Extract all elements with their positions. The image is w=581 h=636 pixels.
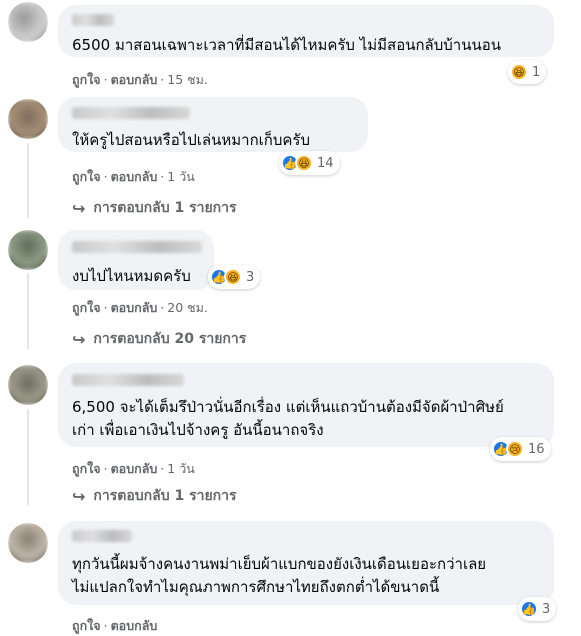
reaction-count: 3 xyxy=(246,269,255,285)
comment-5: ทุกวันนี้ผมจ้างคนงานพม่าเย็บผ้าแบกของยัง… xyxy=(0,515,581,633)
timestamp[interactable]: 15 ชม. xyxy=(167,72,208,87)
comment-actions: ถูกใจ · ตอบกลับ · 15 ชม. xyxy=(72,72,208,87)
comment-text-line-1: ทุกวันนี้ผมจ้างคนงานพม่าเย็บผ้าแบกของยัง… xyxy=(72,555,487,573)
timestamp[interactable]: 1 วัน xyxy=(167,461,195,476)
like-icon: 👍 xyxy=(520,600,538,618)
thread-line xyxy=(27,143,29,218)
avatar[interactable] xyxy=(8,99,48,139)
reply-link[interactable]: ตอบกลับ xyxy=(111,461,158,476)
comment-4: 6,500 จะได้เต็มรึป่าวนั่นอีกเรื่อง แต่เห… xyxy=(0,355,581,515)
replies-count-label: การตอบกลับ 20 รายการ xyxy=(93,331,247,347)
avatar[interactable] xyxy=(8,365,48,405)
reaction-count: 16 xyxy=(528,441,545,457)
comment-actions: ถูกใจ · ตอบกลับ xyxy=(72,618,158,633)
replies-count-label: การตอบกลับ 1 รายการ xyxy=(93,200,237,216)
like-link[interactable]: ถูกใจ xyxy=(72,300,101,315)
thread-line xyxy=(27,409,29,505)
reaction-summary[interactable]: 👍 3 xyxy=(518,597,557,621)
comment-text-line-2: เก่า เพื่อเอาเงินไปจ้างครู อันนี้อนาถจริ… xyxy=(72,421,324,439)
reaction-count: 1 xyxy=(532,64,541,80)
reaction-summary[interactable]: 👍 😢 16 xyxy=(490,437,551,461)
reply-arrow-icon: ↪ xyxy=(72,198,86,218)
avatar[interactable] xyxy=(8,2,48,42)
view-replies-link[interactable]: ↪ การตอบกลับ 1 รายการ xyxy=(72,485,237,507)
comment-actions: ถูกใจ · ตอบกลับ · 1 วัน xyxy=(72,461,195,476)
comment-1: 6500 มาสอนเฉพาะเวลาที่มีสอนได้ไหมครับ ไม… xyxy=(0,0,581,95)
reply-link[interactable]: ตอบกลับ xyxy=(111,169,158,184)
comment-text-line-1: 6,500 จะได้เต็มรึป่าวนั่นอีกเรื่อง แต่เห… xyxy=(72,398,504,416)
commenter-name[interactable] xyxy=(72,374,184,386)
comment-actions: ถูกใจ · ตอบกลับ · 20 ชม. xyxy=(72,300,208,315)
comment-actions: ถูกใจ · ตอบกลับ · 1 วัน xyxy=(72,169,195,184)
reaction-count: 14 xyxy=(317,155,334,171)
reaction-summary[interactable]: 👍 😆 3 xyxy=(208,265,261,289)
comment-2: ให้ครูไปสอนหรือไปเล่นหมากเก็บครับ 👍 😆 14… xyxy=(0,95,581,225)
like-link[interactable]: ถูกใจ xyxy=(72,461,101,476)
reply-link[interactable]: ตอบกลับ xyxy=(111,72,158,87)
avatar[interactable] xyxy=(8,230,48,270)
haha-icon: 😆 xyxy=(295,154,313,172)
reply-link[interactable]: ตอบกลับ xyxy=(111,618,158,633)
commenter-name[interactable] xyxy=(72,530,132,542)
comment-text: ให้ครูไปสอนหรือไปเล่นหมากเก็บครับ xyxy=(72,131,311,149)
timestamp[interactable]: 20 ชม. xyxy=(167,300,208,315)
replies-count-label: การตอบกลับ 1 รายการ xyxy=(93,488,237,504)
reaction-summary[interactable]: 😆 1 xyxy=(508,60,547,84)
view-replies-link[interactable]: ↪ การตอบกลับ 20 รายการ xyxy=(72,328,246,350)
avatar[interactable] xyxy=(8,523,48,563)
commenter-name[interactable] xyxy=(72,241,202,253)
commenter-name[interactable] xyxy=(72,107,190,119)
comment-3: งบไปไหนหมดครับ 👍 😆 3 ถูกใจ · ตอบกลับ · 20 ชม… xyxy=(0,225,581,355)
like-link[interactable]: ถูกใจ xyxy=(72,72,101,87)
commenter-name[interactable] xyxy=(72,14,114,26)
reaction-count: 3 xyxy=(542,601,551,617)
like-link[interactable]: ถูกใจ xyxy=(72,169,101,184)
reaction-summary[interactable]: 👍 😆 14 xyxy=(279,151,340,175)
reply-arrow-icon: ↪ xyxy=(72,486,86,506)
timestamp[interactable]: 1 วัน xyxy=(167,169,195,184)
sad-icon: 😢 xyxy=(506,440,524,458)
comment-text-line-2: ไม่แปลกใจทำไมคุณภาพการศึกษาไทยถึงตกต่ำได… xyxy=(72,578,440,596)
thread-line xyxy=(27,273,29,349)
reply-arrow-icon: ↪ xyxy=(72,329,86,349)
comment-text: 6500 มาสอนเฉพาะเวลาที่มีสอนได้ไหมครับ ไม… xyxy=(72,36,501,54)
reply-link[interactable]: ตอบกลับ xyxy=(111,300,158,315)
comment-text: งบไปไหนหมดครับ xyxy=(72,267,191,285)
view-replies-link[interactable]: ↪ การตอบกลับ 1 รายการ xyxy=(72,197,237,219)
haha-icon: 😆 xyxy=(510,63,528,81)
like-link[interactable]: ถูกใจ xyxy=(72,618,101,633)
haha-icon: 😆 xyxy=(224,268,242,286)
